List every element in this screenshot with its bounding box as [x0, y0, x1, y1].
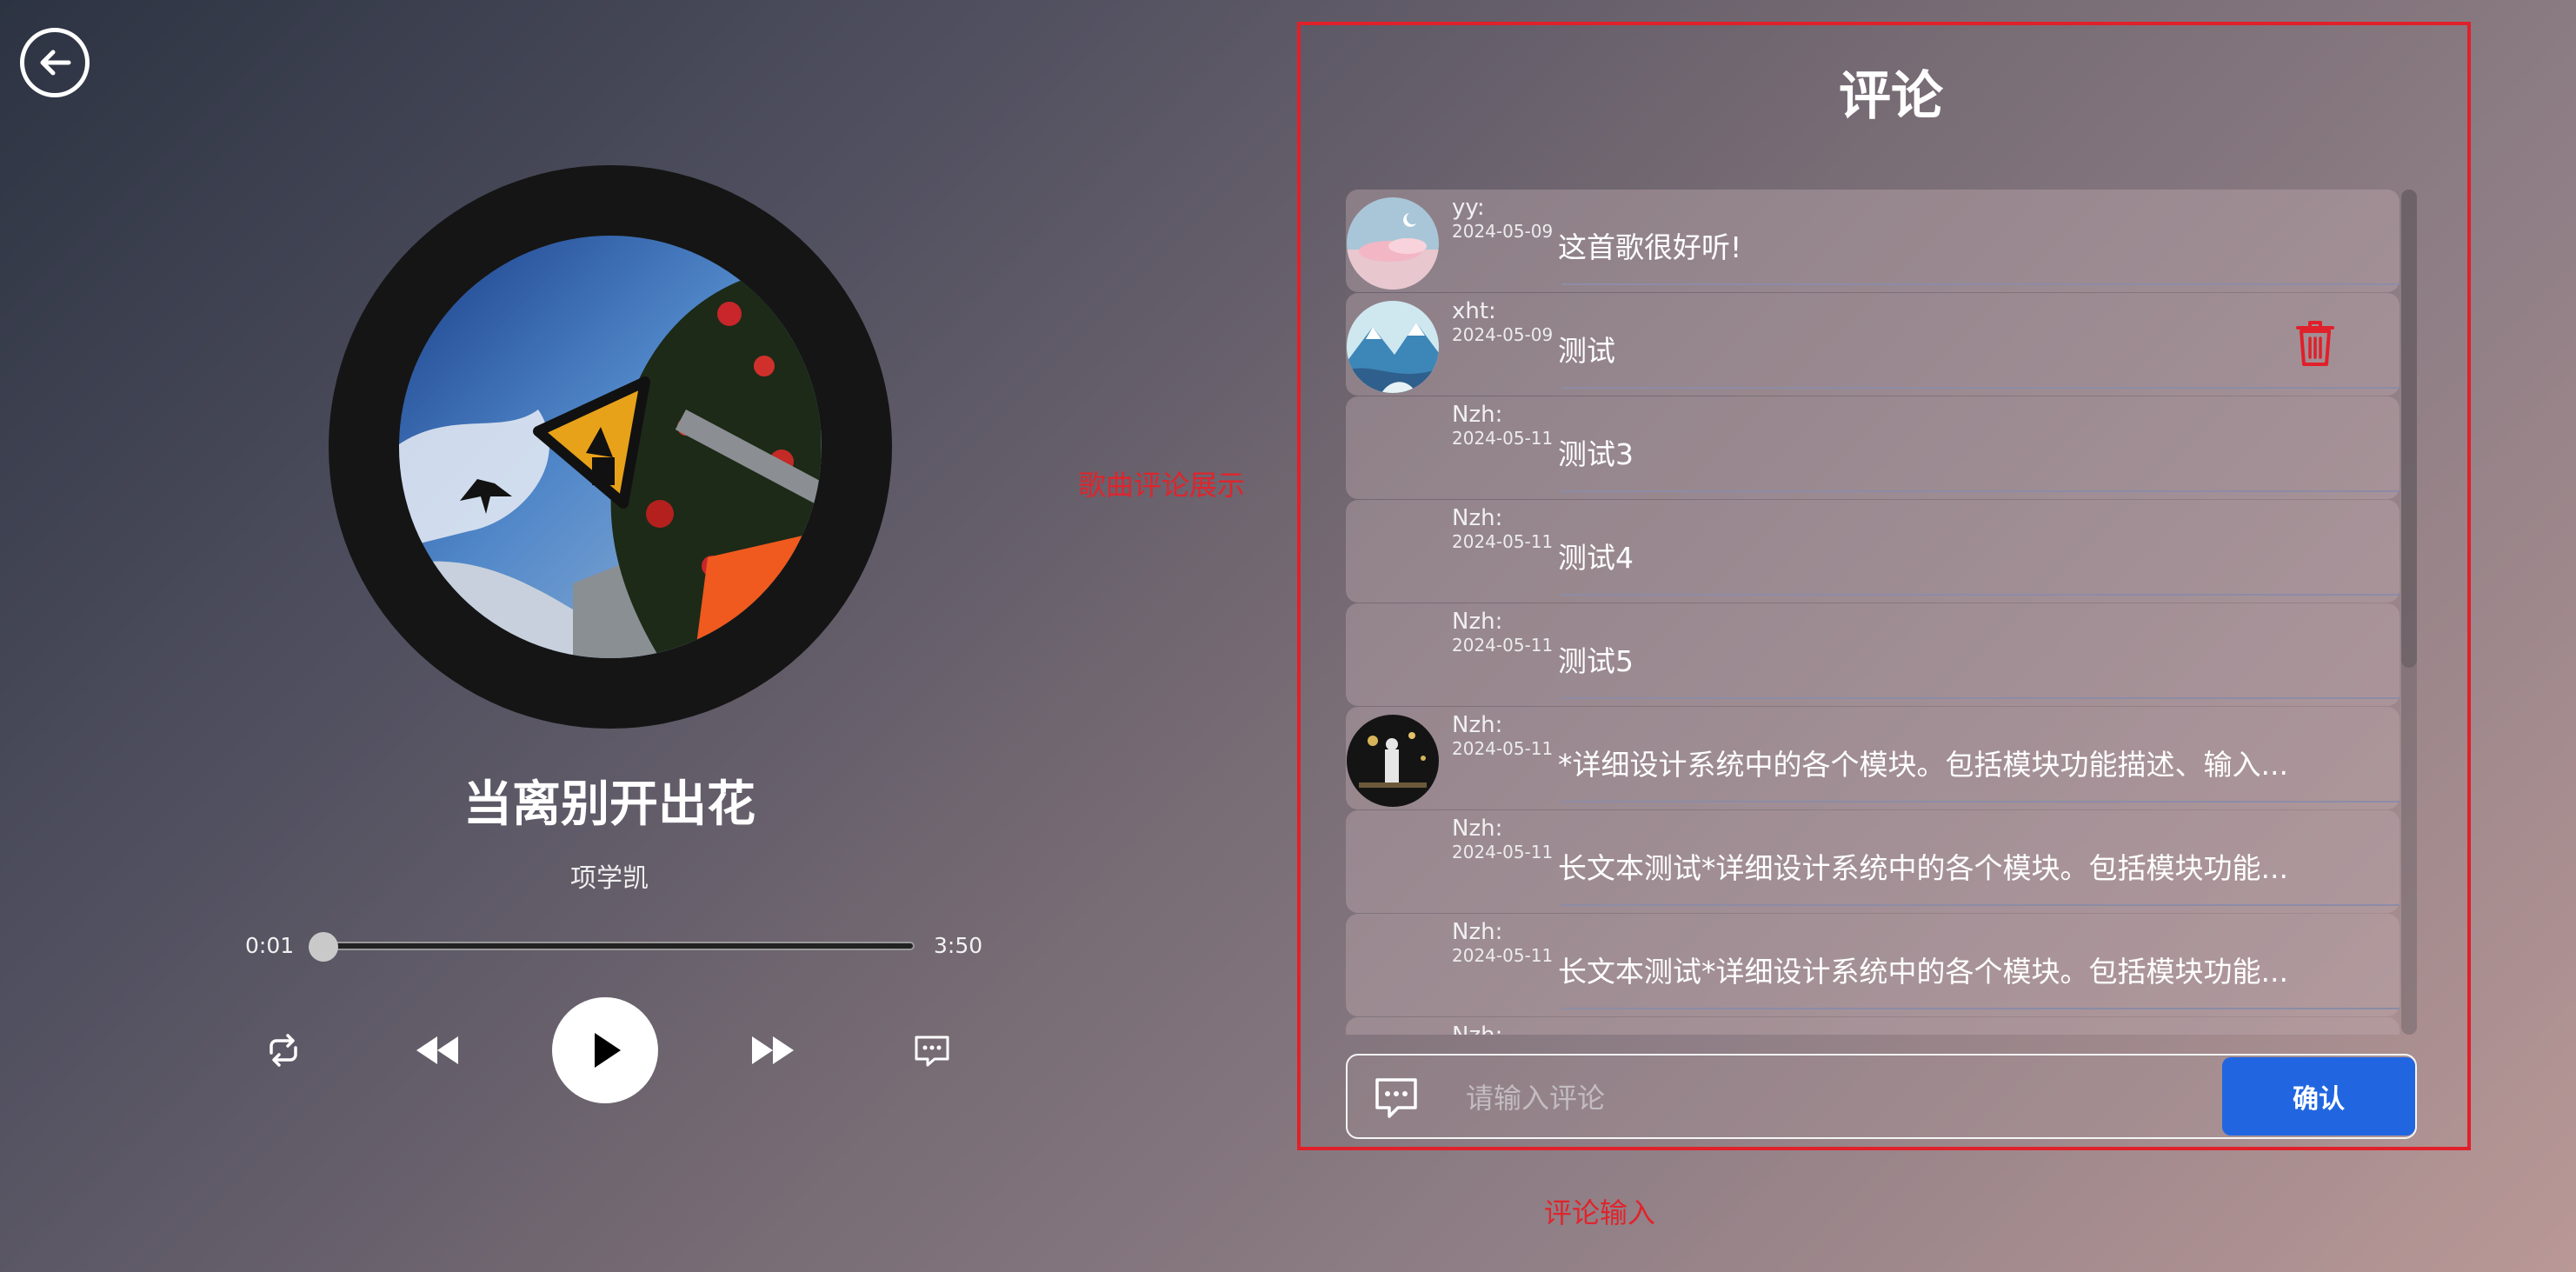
comment-row: Nzh: 2024-05-11 测试3 [1346, 396, 2400, 499]
comment-divider [1561, 490, 2400, 492]
comment-date: 2024-05-11 [1452, 738, 1554, 759]
next-button[interactable] [746, 1028, 800, 1073]
back-arrow-icon [40, 50, 71, 76]
comment-text: 测试4 [1558, 541, 1634, 575]
comment-date: 2024-05-11 [1452, 945, 1554, 966]
comment-divider [1561, 1008, 2400, 1009]
comment-user: Nzh: [1452, 402, 1503, 428]
trash-icon [2296, 321, 2334, 366]
comment-input-annotation: 评论输入 [1544, 1196, 1656, 1229]
comments-button[interactable] [909, 1028, 955, 1073]
comment-date: 2024-05-09 [1452, 221, 1554, 242]
comment-list[interactable]: yy: 2024-05-09 这首歌很好听! xht: 2024-05-09 测试 Nzh:… [1346, 190, 2417, 1035]
comment-row: yy: 2024-05-09 这首歌很好听! [1346, 190, 2400, 292]
comment-divider [1561, 697, 2400, 699]
song-title: 当离别开出花 [463, 776, 755, 833]
comment-row: xht: 2024-05-09 测试 [1346, 293, 2400, 396]
comment-user: Nzh: [1452, 712, 1503, 738]
comment-divider [1561, 387, 2400, 389]
comment-text: 长文本测试*详细设计系统中的各个模块。包括模块功能... [1558, 955, 2288, 989]
delete-comment-button[interactable] [2294, 319, 2336, 371]
comment-divider [1561, 283, 2400, 285]
song-artist: 项学凯 [570, 863, 649, 894]
comment-date: 2024-05-11 [1452, 428, 1554, 449]
comment-scrollbar-thumb[interactable] [2401, 190, 2417, 668]
confirm-button[interactable]: 确认 [2222, 1057, 2415, 1135]
album-art [399, 236, 822, 658]
comment-list-annotation: 歌曲评论展示 [1078, 469, 1246, 502]
progress-thumb[interactable] [308, 932, 338, 962]
comment-user: Nzh: [1452, 1022, 1502, 1035]
repeat-button[interactable] [261, 1028, 306, 1073]
repeat-icon [270, 1034, 297, 1067]
comment-user: Nzh: [1452, 505, 1503, 531]
comment-date: 2024-05-11 [1452, 635, 1554, 656]
current-time: 0:01 [245, 933, 295, 958]
comment-divider [1561, 904, 2400, 906]
comment-text: 测试5 [1558, 644, 1634, 678]
comments-title: 评论 [1839, 66, 1943, 127]
comment-row: Nzh: [1346, 1017, 2400, 1035]
comment-text: 测试3 [1558, 437, 1634, 471]
back-button[interactable] [20, 28, 90, 97]
comment-input-icon [1375, 1078, 1417, 1118]
comment-row: Nzh: 2024-05-11 长文本测试*详细设计系统中的各个模块。包括模块功能.… [1346, 914, 2400, 1016]
comment-text: 长文本测试*详细设计系统中的各个模块。包括模块功能... [1558, 851, 2288, 885]
comment-input[interactable] [1464, 1073, 2233, 1123]
fast-forward-icon [752, 1036, 794, 1064]
comment-user: yy: [1452, 195, 1485, 221]
comment-row: Nzh: 2024-05-11 测试4 [1346, 500, 2400, 603]
avatar [1347, 715, 1439, 807]
previous-button[interactable] [410, 1028, 464, 1073]
total-time: 3:50 [934, 933, 983, 958]
comment-user: xht: [1452, 298, 1496, 324]
comment-text: 这首歌很好听! [1558, 230, 1742, 264]
comment-row: Nzh: 2024-05-11 测试5 [1346, 603, 2400, 706]
comment-text: 测试 [1558, 334, 1615, 368]
play-button[interactable] [552, 997, 658, 1103]
comment-text: *详细设计系统中的各个模块。包括模块功能描述、输入... [1558, 748, 2288, 782]
comment-divider [1561, 801, 2400, 802]
comment-icon [915, 1036, 949, 1067]
progress-track[interactable] [311, 942, 915, 950]
comment-user: Nzh: [1452, 816, 1503, 842]
comment-row: Nzh: 2024-05-11 *详细设计系统中的各个模块。包括模块功能描述、输入.… [1346, 707, 2400, 809]
play-icon [595, 1033, 621, 1068]
comment-divider [1561, 594, 2400, 596]
comment-date: 2024-05-09 [1452, 324, 1554, 345]
avatar [1347, 301, 1439, 393]
comment-user: Nzh: [1452, 919, 1503, 945]
comment-row: Nzh: 2024-05-11 长文本测试*详细设计系统中的各个模块。包括模块功能.… [1346, 810, 2400, 913]
comment-date: 2024-05-11 [1452, 531, 1554, 552]
comment-user: Nzh: [1452, 609, 1503, 635]
rewind-icon [416, 1036, 458, 1064]
avatar [1347, 197, 1439, 290]
comment-date: 2024-05-11 [1452, 842, 1554, 862]
